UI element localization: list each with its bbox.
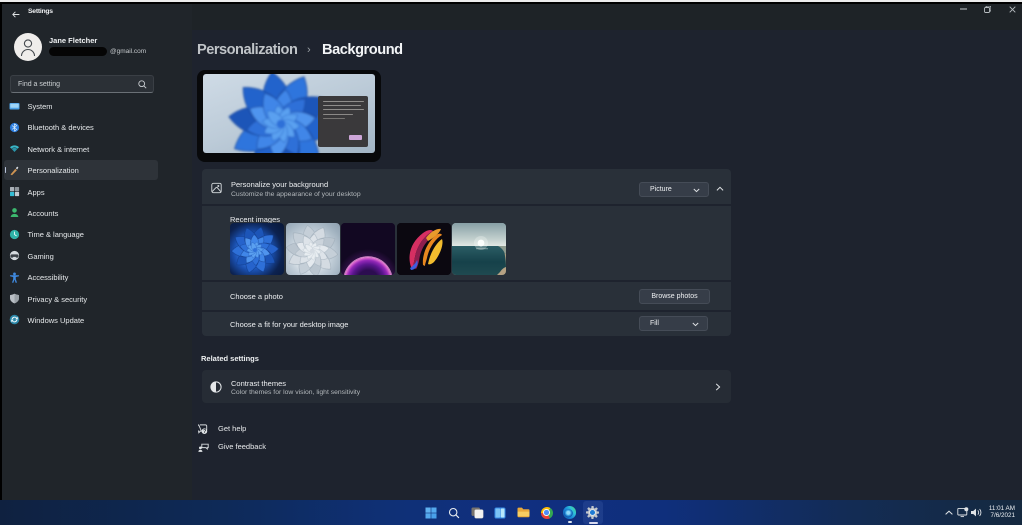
svg-text:?: ?: [203, 429, 206, 435]
